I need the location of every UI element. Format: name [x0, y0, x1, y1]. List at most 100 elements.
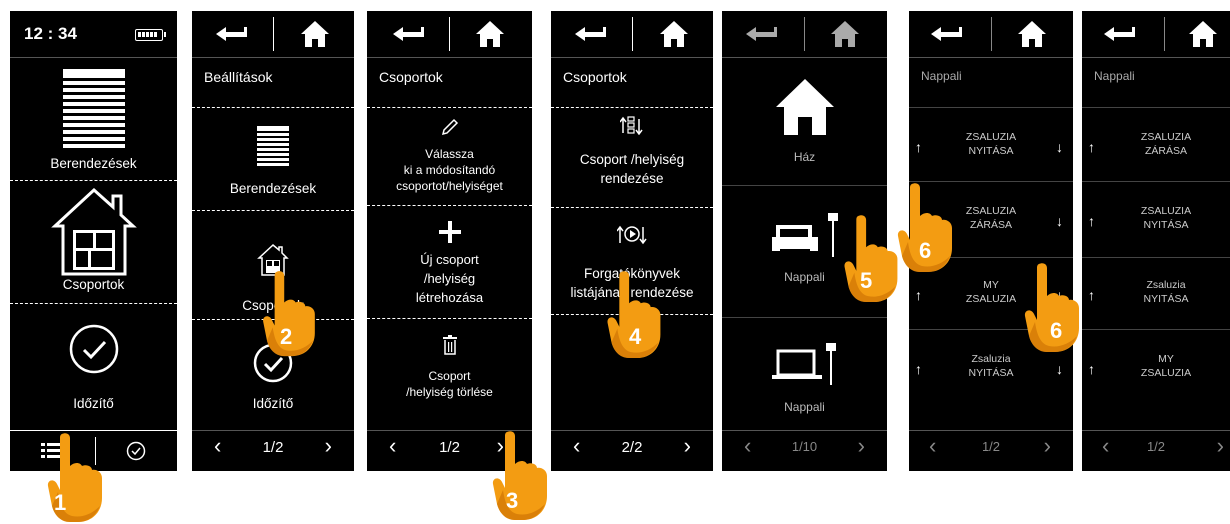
scenario-row[interactable]: ↑ ZSALUZIA NYITÁSA: [1082, 189, 1230, 253]
divider: [722, 317, 887, 318]
home-icon[interactable]: [1017, 20, 1047, 48]
tap-hand-icon: 3: [490, 430, 550, 522]
menu-timer[interactable]: Időzítő: [10, 323, 177, 423]
sort-scenarios-icon: [616, 225, 647, 245]
divider: [551, 107, 713, 108]
next-page-icon[interactable]: ›: [1217, 435, 1224, 457]
blind-icon: [62, 69, 125, 148]
scenario-name: ZSALUZIA: [1140, 367, 1192, 379]
nav-header: [1082, 11, 1230, 58]
room-label: Nappali: [784, 400, 825, 414]
tap-hand-icon: 6: [1022, 262, 1082, 354]
pagination: ‹ 1/2 ›: [1082, 430, 1230, 471]
scenario-name: ZSALUZIA: [1140, 205, 1192, 217]
scenario-name: NYITÁSA: [1143, 293, 1189, 305]
option-text: Új csoport: [420, 252, 479, 267]
step-number: 4: [629, 324, 642, 349]
nav-header: [192, 11, 354, 58]
menu-devices[interactable]: Berendezések: [10, 67, 177, 179]
new-group-option[interactable]: Új csoport /helyiség létrehozása: [367, 215, 532, 315]
scenario-name: Zsaluzia: [971, 353, 1011, 365]
scenario-row[interactable]: ↑ ZSALUZIA ZÁRÁSA: [1082, 115, 1230, 179]
option-text: /helyiség: [423, 271, 476, 286]
home-icon[interactable]: [659, 20, 689, 48]
scenario-row[interactable]: ↑ ZSALUZIA NYITÁSA ↓: [909, 115, 1073, 179]
back-arrow-icon[interactable]: [744, 25, 778, 43]
pencil-icon: [441, 118, 458, 136]
pagination: ‹ 2/2 ›: [551, 430, 713, 471]
move-up-icon[interactable]: ↑: [1088, 287, 1095, 303]
step-number: 1: [54, 490, 67, 515]
room-label: Ház: [793, 150, 816, 164]
move-up-icon[interactable]: ↑: [915, 287, 922, 303]
menu-devices[interactable]: Berendezések: [192, 126, 354, 216]
edit-group-option[interactable]: Válassza ki a módosítandó csoportot/hely…: [367, 113, 532, 199]
status-bar: 12 : 34: [10, 11, 177, 58]
move-up-icon[interactable]: ↑: [1088, 361, 1095, 377]
back-arrow-icon[interactable]: [1102, 25, 1136, 43]
scenario-name: ZSALUZIA: [965, 131, 1017, 143]
delete-group-option[interactable]: Csoport /helyiség törlése: [367, 331, 532, 421]
step-number: 5: [860, 268, 873, 293]
screen-scenarios-b: Nappali ↑ ZSALUZIA ZÁRÁSA ↑ ZSALUZIA NYITÁ…: [1082, 11, 1230, 471]
screen-home: 12 : 34 Berendezések Csoportok Időzítő: [10, 11, 177, 471]
divider: [10, 303, 177, 304]
sofa-lamp-icon: [771, 213, 838, 257]
home-icon[interactable]: [300, 20, 330, 48]
menu-groups[interactable]: Csoportok: [10, 186, 177, 304]
check-circle-icon: [69, 324, 118, 374]
nav-header: [551, 11, 713, 58]
step-number: 6: [919, 238, 932, 263]
back-arrow-icon[interactable]: [929, 25, 963, 43]
back-arrow-icon[interactable]: [573, 25, 607, 43]
tap-hand-icon: 1: [44, 432, 106, 524]
nav-header: [722, 11, 887, 58]
divider: [1082, 329, 1230, 330]
step-number: 3: [506, 488, 519, 513]
page-title: Nappali: [1094, 69, 1135, 83]
next-page-icon[interactable]: ›: [858, 435, 865, 457]
move-down-icon[interactable]: ↓: [1056, 361, 1063, 377]
menu-devices-label: Berendezések: [50, 156, 137, 171]
move-up-icon[interactable]: ↑: [915, 361, 922, 377]
scenario-row[interactable]: ↑ Zsaluzia NYITÁSA: [1082, 263, 1230, 327]
divider: [192, 107, 354, 108]
house-icon: [775, 79, 834, 135]
back-arrow-icon[interactable]: [391, 25, 425, 43]
option-text: Csoport /helyiség: [579, 152, 685, 167]
sort-groups-option[interactable]: Csoport /helyiség rendezése: [551, 115, 713, 205]
next-page-icon[interactable]: ›: [684, 435, 691, 457]
home-icon[interactable]: [475, 20, 505, 48]
move-down-icon[interactable]: ↓: [1056, 213, 1063, 229]
nav-header: [909, 11, 1073, 58]
divider: [551, 207, 713, 208]
room-office[interactable]: Nappali: [722, 341, 887, 421]
move-down-icon[interactable]: ↓: [1056, 139, 1063, 155]
desk-lamp-icon: [771, 343, 836, 385]
menu-groups-label: Csoportok: [62, 277, 125, 292]
battery-icon: [135, 29, 166, 41]
tap-hand-icon: 4: [605, 270, 663, 360]
menu-devices-label: Berendezések: [229, 181, 317, 196]
pagination: ‹ 1/2 ›: [909, 430, 1073, 471]
home-icon[interactable]: [1188, 20, 1218, 48]
divider: [1082, 257, 1230, 258]
timer-shortcut-icon[interactable]: [96, 431, 177, 471]
move-up-icon[interactable]: ↑: [1088, 213, 1095, 229]
menu-timer-label: Időzítő: [73, 396, 114, 411]
next-page-icon[interactable]: ›: [1044, 435, 1051, 457]
scenario-name: NYITÁSA: [1143, 219, 1189, 231]
move-up-icon[interactable]: ↑: [915, 139, 922, 155]
home-icon[interactable]: [830, 20, 860, 48]
next-page-icon[interactable]: ›: [325, 435, 332, 457]
menu-timer-label: Időzítő: [252, 396, 294, 411]
back-arrow-icon[interactable]: [214, 25, 248, 43]
move-up-icon[interactable]: ↑: [1088, 139, 1095, 155]
scenario-row[interactable]: ↑ MY ZSALUZIA: [1082, 337, 1230, 401]
pagination: ‹ 1/2 ›: [192, 430, 354, 471]
scenario-name: Zsaluzia: [1146, 279, 1186, 291]
option-text: /helyiség törlése: [406, 385, 493, 399]
room-house[interactable]: Ház: [722, 77, 887, 187]
scenario-name: ZÁRÁSA: [1144, 145, 1187, 157]
page-title: Beállítások: [204, 69, 273, 85]
